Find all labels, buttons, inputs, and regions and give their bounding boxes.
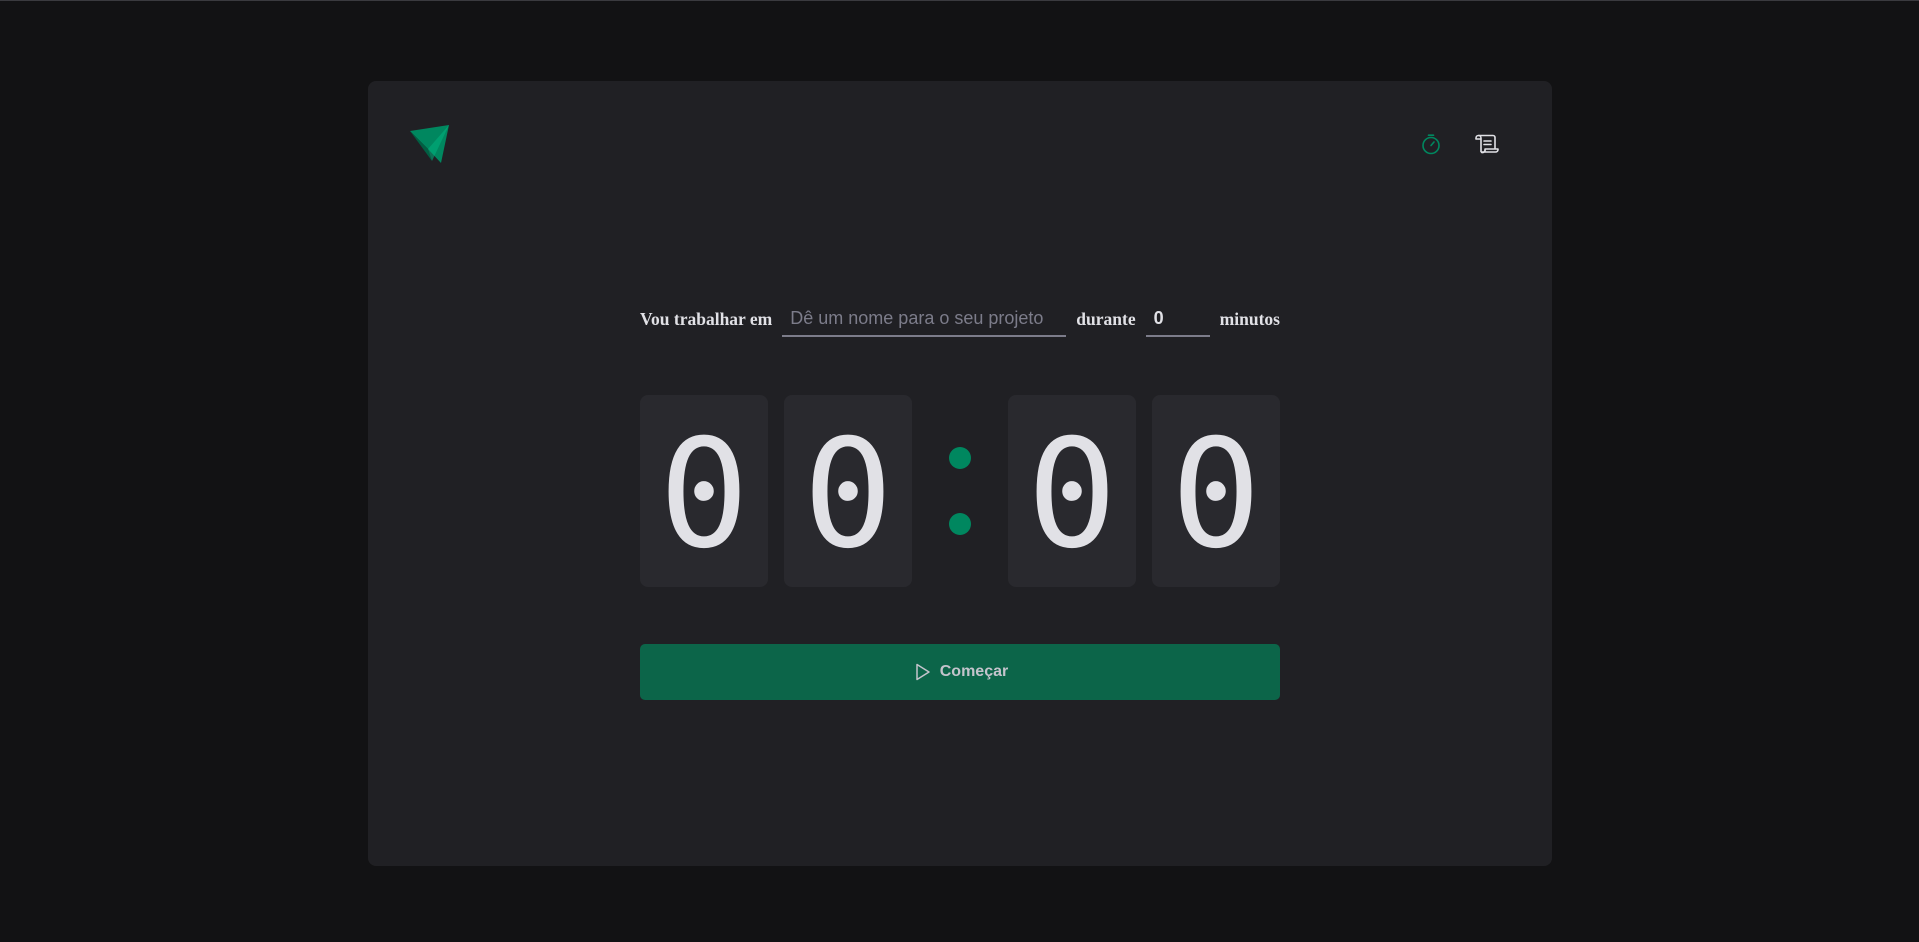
minutes-units-digit: 0 [784,395,912,587]
separator-dot-bottom [949,513,971,535]
countdown-separator [912,395,1008,587]
seconds-units-digit: 0 [1152,395,1280,587]
seconds-tens-digit: 0 [1008,395,1136,587]
minutes-label: minutos [1219,308,1280,329]
start-countdown-button[interactable]: Começar [640,644,1280,700]
scroll-icon [1475,134,1499,154]
minutes-tens-digit: 0 [640,395,768,587]
app-container: Vou trabalhar em durante minutos 0 0 0 0 [368,81,1552,866]
countdown-display: 0 0 0 0 [640,395,1280,587]
separator-dot-top [949,447,971,469]
nav-timer-button[interactable] [1418,131,1444,157]
minutes-amount-input[interactable] [1145,301,1210,337]
play-icon [916,663,930,681]
paper-plane-logo-icon [408,123,450,165]
timer-icon [1422,134,1440,155]
during-label: durante [1076,308,1136,329]
nav-history-button[interactable] [1474,131,1500,157]
minutes-digits: 0 0 [640,395,912,587]
window-top-border [0,0,1919,1]
task-form-row: Vou trabalhar em durante minutos [640,301,1280,337]
seconds-digits: 0 0 [1008,395,1280,587]
work-label: Vou trabalhar em [640,308,773,329]
timer-form: Vou trabalhar em durante minutos 0 0 0 0 [640,301,1280,700]
project-name-input[interactable] [782,301,1067,337]
header-nav [1418,131,1500,157]
start-button-label: Começar [939,663,1009,680]
